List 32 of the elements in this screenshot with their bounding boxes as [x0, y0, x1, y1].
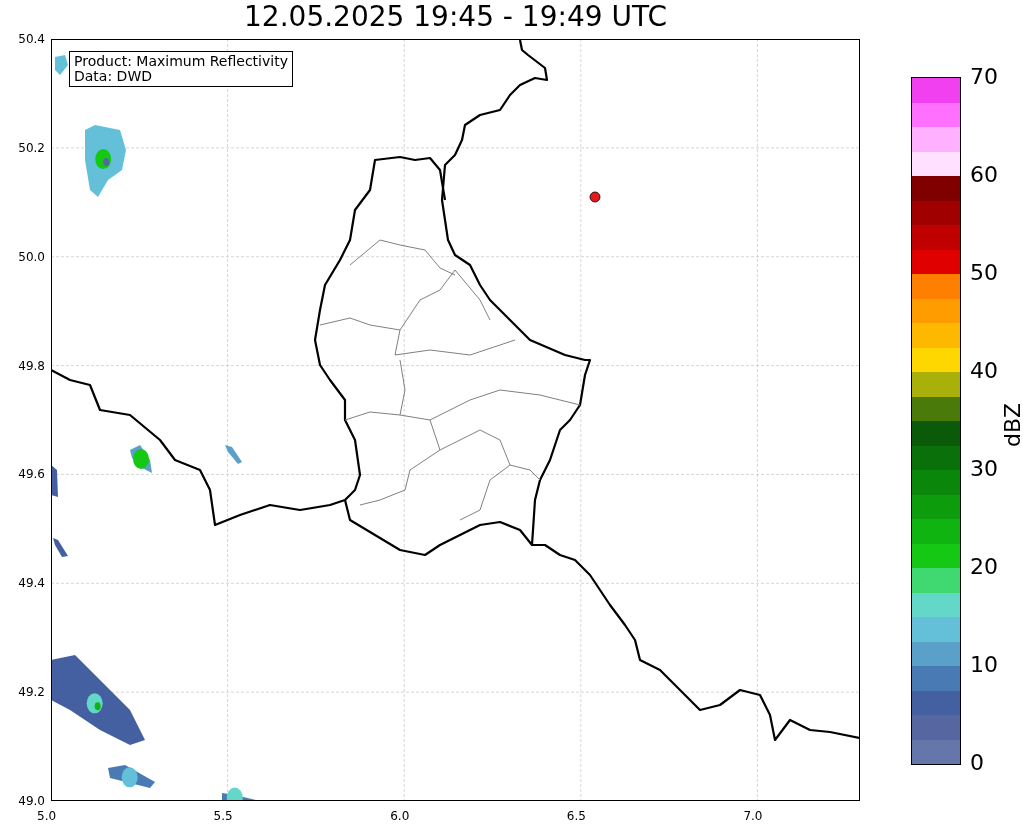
axis-tick-label: 49.4	[18, 575, 45, 592]
axis-tick-label: 50.4	[18, 31, 45, 47]
axis-tick-label: 49.2	[18, 684, 45, 701]
axis-tick-label: 5.5	[213, 808, 233, 824]
colorbar-tick-label: 0	[970, 749, 984, 777]
colorbar-tick-label: 40	[970, 357, 998, 385]
legend-text: Data: DWD	[74, 69, 153, 84]
axis-tick-label: 49.8	[18, 357, 45, 374]
colorbar-label: dBZ	[1000, 401, 1023, 447]
colorbar-tick-label: 10	[970, 651, 998, 679]
radar-echo	[53, 538, 68, 557]
axis-tick-label: 49.0	[18, 793, 45, 809]
radar-echo	[52, 465, 58, 497]
colorbar-tick-label: 60	[970, 161, 998, 189]
axis-tick-label: 6.0	[390, 808, 410, 824]
axis-tick-label: 50.0	[18, 248, 45, 265]
colorbar-tick-label: 70	[970, 63, 998, 91]
radar-echo	[225, 445, 242, 464]
axis-tick-label: 5.0	[37, 808, 57, 824]
axis-tick-label: 50.2	[18, 139, 45, 156]
colorbar-tick-label: 30	[970, 455, 998, 483]
colorbar-tick-label: 50	[970, 259, 998, 287]
axis-tick-label: 7.0	[743, 808, 763, 824]
legend-text: Product: Maximum Reflectivity	[74, 54, 288, 69]
colorbar-tick-label: 20	[970, 553, 998, 581]
location-marker	[589, 191, 601, 203]
radar-echo	[85, 125, 126, 197]
radar-echo	[108, 765, 155, 788]
axis-tick-label: 6.5	[566, 808, 586, 824]
radar-echo	[130, 445, 152, 473]
chart-title: 12.05.2025 19:45 - 19:49 UTC	[244, 0, 667, 34]
axis-tick-label: 49.6	[18, 466, 45, 483]
